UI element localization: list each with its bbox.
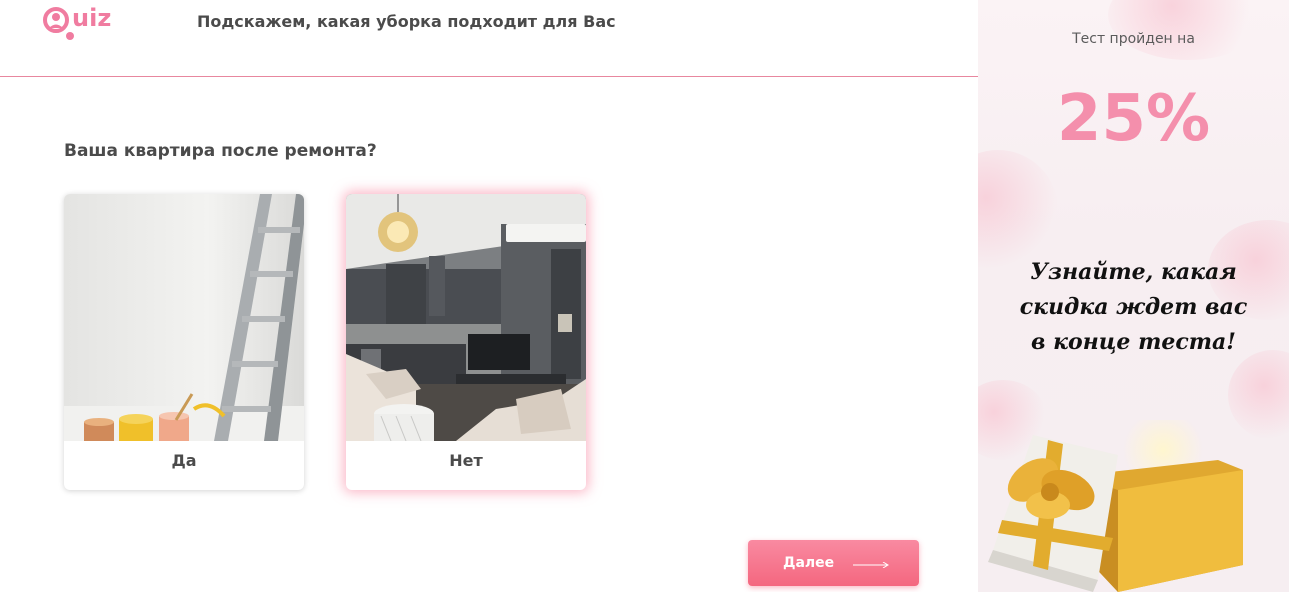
petal-decoration (978, 150, 1058, 270)
option-label: Да (171, 451, 197, 470)
promo-text: Узнайте, какая скидка ждет вас в конце т… (1008, 255, 1259, 360)
next-button-label: Далее (783, 555, 835, 571)
page-title: Подскажем, какая уборка подходит для Вас (197, 12, 616, 31)
option-card-no[interactable]: Нет (346, 194, 586, 490)
question-text: Ваша квартира после ремонта? (64, 141, 377, 161)
option-card-yes[interactable]: Да (64, 194, 304, 490)
logo-text: uiz (72, 4, 112, 32)
modern-apartment-photo (346, 194, 586, 441)
progress-percent: 25% (1056, 82, 1211, 156)
next-button[interactable]: Далее (748, 540, 919, 586)
progress-label: Тест пройден на (1072, 31, 1195, 47)
arrow-right-icon (853, 562, 889, 568)
header: uiz Подскажем, какая уборка подходит для… (0, 0, 978, 77)
promo-line: Узнайте, какая (1030, 259, 1237, 285)
logo-q-icon (43, 7, 74, 40)
promo-line: в конце теста! (1031, 329, 1236, 355)
gift-box-image (988, 420, 1243, 592)
ladder-paint-photo (64, 194, 304, 441)
option-label: Нет (449, 451, 483, 470)
promo-line: скидка ждет вас (1019, 294, 1248, 320)
petal-decoration (1108, 0, 1268, 60)
sidebar: Тест пройден на 25% Узнайте, какая скидк… (978, 0, 1289, 592)
